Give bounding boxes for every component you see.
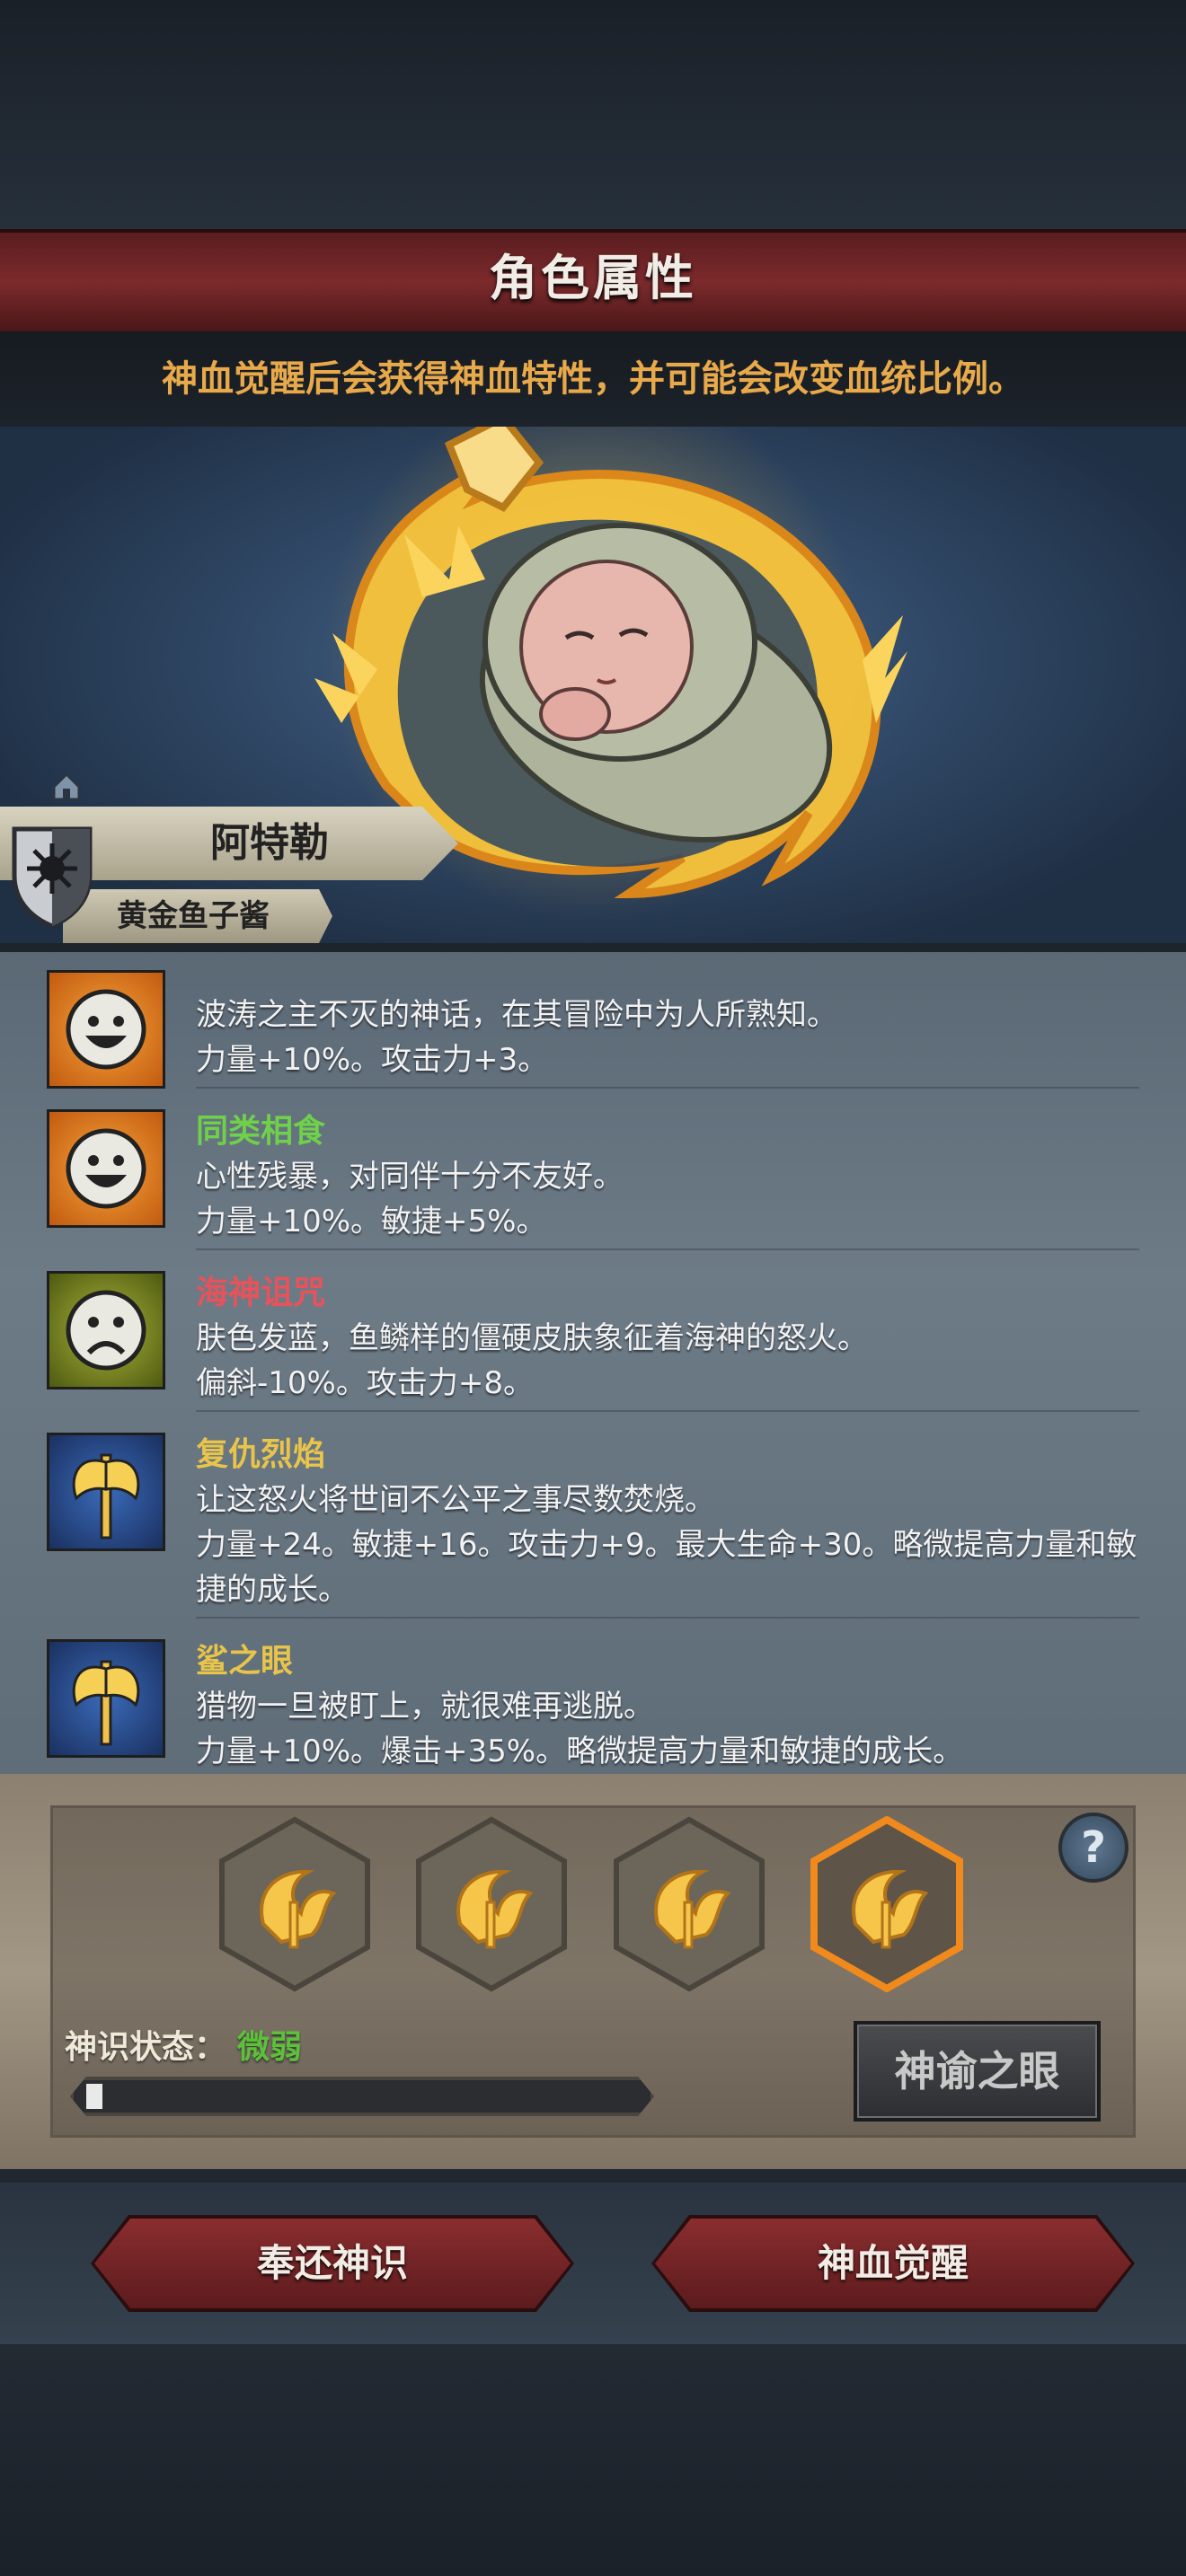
character-name: 阿特勒	[210, 820, 329, 866]
trait-stats: 捷的成长。	[196, 1572, 349, 1608]
trait-description: 猎物一旦被盯上，就很难再逃脱。	[196, 1689, 654, 1725]
trait-stats: 力量+10%。爆击+35%。略微提高力量和敏捷的成长。	[196, 1734, 964, 1769]
trait-description: 波涛之主不灭的神话，在其冒险中为人所熟知。	[196, 997, 837, 1033]
return-divine-sense-button[interactable]: 奉还神识	[94, 2219, 571, 2308]
divider	[196, 1410, 1139, 1412]
divine-slot-4-selected[interactable]	[810, 1815, 963, 1993]
trait-name: 同类相食	[196, 1113, 326, 1150]
trait-name: 鲨之眼	[196, 1643, 294, 1680]
divine-slot-1[interactable]	[218, 1816, 371, 1992]
trait-list[interactable]: 波涛之主不灭的神话，在其冒险中为人所熟知。 力量+10%。攻击力+3。 同类相食…	[0, 943, 1186, 1774]
oracle-eye-button[interactable]: 神谕之眼	[854, 2021, 1101, 2122]
trait-description: 肤色发蓝，鱼鳞样的僵硬皮肤象征着海神的怒火。	[196, 1320, 868, 1356]
double-axe-icon	[47, 1433, 165, 1551]
top-bar	[0, 0, 1186, 229]
divider	[196, 1087, 1139, 1089]
smiley-sad-icon	[47, 1271, 165, 1389]
status-value: 微弱	[237, 2029, 303, 2066]
blood-awaken-button[interactable]: 神血觉醒	[655, 2219, 1131, 2308]
smiley-happy-icon	[47, 1109, 165, 1228]
trait-stats: 偏斜-10%。攻击力+8。	[196, 1365, 534, 1401]
divider	[196, 1617, 1139, 1619]
trait-stats: 力量+10%。敏捷+5%。	[196, 1204, 547, 1239]
trait-stats: 力量+10%。攻击力+3。	[196, 1042, 549, 1078]
character-title: 黄金鱼子酱	[117, 898, 270, 934]
home-icon[interactable]	[50, 771, 83, 803]
smiley-happy-icon	[47, 970, 165, 1089]
shield-sun-icon	[7, 822, 97, 930]
trait-description: 让这怒火将世间不公平之事尽数焚烧。	[196, 1482, 715, 1518]
help-button[interactable]: ?	[1058, 1813, 1128, 1883]
trait-description: 心性残暴，对同伴十分不友好。	[196, 1159, 624, 1195]
progress-fill	[86, 2084, 102, 2109]
divine-slot-3[interactable]	[613, 1816, 766, 1992]
page-title: 角色属性	[489, 250, 697, 306]
trait-stats: 力量+24。敏捷+16。攻击力+9。最大生命+30。略微提高力量和敏	[196, 1527, 1137, 1563]
bottom-background	[0, 2344, 1186, 2576]
page-subtitle: 神血觉醒后会获得神血特性，并可能会改变血统比例。	[162, 358, 1024, 400]
divider	[196, 1248, 1139, 1250]
trait-name: 海神诅咒	[196, 1275, 326, 1311]
double-axe-icon	[47, 1639, 165, 1758]
status-label: 神识状态：	[65, 2029, 227, 2066]
trait-name: 复仇烈焰	[196, 1436, 326, 1473]
divine-slot-2[interactable]	[415, 1816, 568, 1992]
divine-sense-progress-bar	[70, 2077, 654, 2116]
